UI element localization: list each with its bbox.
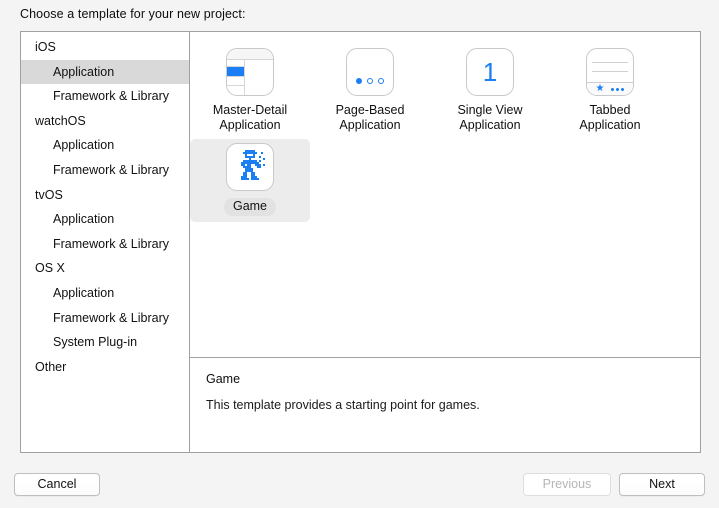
sidebar-item-label: Framework & Library: [53, 236, 169, 251]
sidebar-item-watchos[interactable]: watchOS: [21, 109, 189, 134]
template-single-view-application[interactable]: 1 Single View Application: [430, 44, 550, 139]
ellipsis-icon: [611, 87, 625, 91]
sidebar-item-label: watchOS: [35, 113, 86, 128]
sidebar-item-label: Application: [53, 64, 115, 79]
sidebar-item-label: Framework & Library: [53, 162, 169, 177]
sidebar-item-label: iOS: [35, 40, 56, 54]
description-title: Game: [206, 372, 241, 386]
star-icon: ★: [595, 83, 605, 94]
sidebar-item-tvos[interactable]: tvOS: [21, 183, 189, 208]
template-chooser-panel: iOS Application Framework & Library watc…: [20, 31, 701, 453]
template-page-based-application[interactable]: Page-Based Application: [310, 44, 430, 139]
page-based-icon: [346, 48, 394, 96]
sidebar-item-tvos-application[interactable]: Application: [21, 207, 189, 232]
sidebar-item-ios-framework-library[interactable]: Framework & Library: [21, 84, 189, 109]
single-view-icon: 1: [466, 48, 514, 96]
sidebar-item-ios[interactable]: iOS: [21, 35, 189, 60]
sidebar-item-label: Application: [53, 285, 115, 300]
sidebar-item-osx-system-plugin[interactable]: System Plug-in: [21, 330, 189, 355]
sidebar-item-osx-application[interactable]: Application: [21, 281, 189, 306]
template-label: Page-Based Application: [335, 103, 405, 132]
sidebar-item-osx[interactable]: OS X: [21, 256, 189, 281]
sidebar-item-label: Application: [53, 138, 115, 153]
sidebar-item-watchos-application[interactable]: Application: [21, 133, 189, 158]
tabbed-icon: ★: [586, 48, 634, 96]
template-content: Master-Detail Application Page-Based App…: [190, 32, 700, 452]
sidebar-item-label: tvOS: [35, 187, 63, 202]
sidebar-item-label: Other: [35, 359, 67, 374]
template-grid: Master-Detail Application Page-Based App…: [190, 32, 700, 358]
template-label: Game: [223, 198, 277, 216]
sidebar-item-label: Framework & Library: [53, 310, 169, 325]
template-tabbed-application[interactable]: ★ Tabbed Application: [550, 44, 670, 139]
template-label: Master-Detail Application: [212, 103, 288, 132]
sidebar-item-osx-framework-library[interactable]: Framework & Library: [21, 306, 189, 331]
sidebar-item-label: Application: [53, 212, 115, 227]
game-sprite-icon: [226, 143, 274, 191]
master-detail-icon: [226, 48, 274, 96]
template-game[interactable]: Game: [190, 139, 310, 222]
page-title: Choose a template for your new project:: [20, 7, 246, 21]
template-label: Tabbed Application: [579, 103, 641, 132]
single-view-numeral: 1: [482, 57, 498, 87]
sidebar-item-label: System Plug-in: [53, 335, 138, 350]
platform-sidebar[interactable]: iOS Application Framework & Library watc…: [21, 32, 190, 452]
cancel-button[interactable]: Cancel: [14, 473, 100, 496]
previous-button[interactable]: Previous: [523, 473, 611, 496]
sidebar-item-tvos-framework-library[interactable]: Framework & Library: [21, 232, 189, 257]
next-button[interactable]: Next: [619, 473, 705, 496]
sidebar-item-other[interactable]: Other: [21, 355, 189, 380]
template-grid-row: Master-Detail Application Page-Based App…: [190, 44, 700, 139]
template-master-detail-application[interactable]: Master-Detail Application: [190, 44, 310, 139]
sidebar-item-watchos-framework-library[interactable]: Framework & Library: [21, 158, 189, 183]
sidebar-item-label: OS X: [35, 261, 65, 276]
template-grid-row: Game: [190, 139, 700, 222]
template-description: Game This template provides a starting p…: [190, 358, 700, 452]
sidebar-item-label: Framework & Library: [53, 89, 169, 104]
template-label: Single View Application: [457, 103, 523, 132]
description-body: This template provides a starting point …: [206, 398, 480, 412]
sidebar-item-ios-application[interactable]: Application: [21, 59, 189, 85]
robot-sprite: [241, 150, 265, 180]
